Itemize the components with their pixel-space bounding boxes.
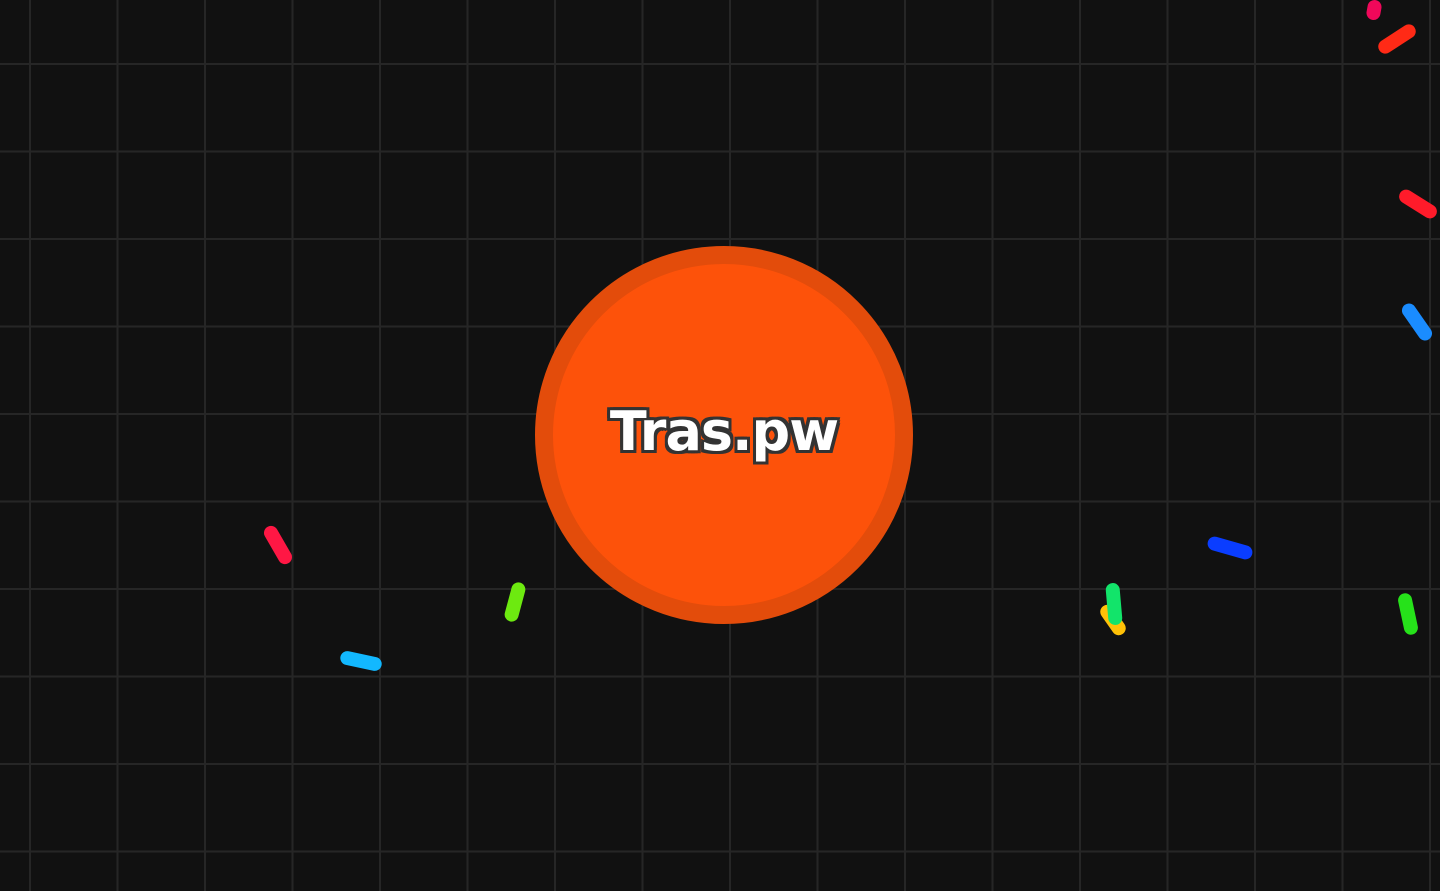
- food-pellet: [339, 649, 383, 673]
- food-pellet: [1396, 186, 1440, 222]
- game-canvas[interactable]: Tras.pw: [0, 0, 1440, 891]
- food-pellet: [1105, 582, 1123, 626]
- food-pellet: [1205, 534, 1255, 562]
- player-name: Tras.pw: [609, 399, 839, 463]
- food-pellet: [1396, 592, 1420, 636]
- player-cell: Tras.pw: [535, 246, 913, 624]
- food-pellet: [1375, 21, 1419, 57]
- food-pellet: [261, 523, 295, 567]
- food-pellet: [503, 580, 527, 624]
- food-pellet: [1399, 300, 1435, 344]
- food-pellet: [1365, 0, 1383, 22]
